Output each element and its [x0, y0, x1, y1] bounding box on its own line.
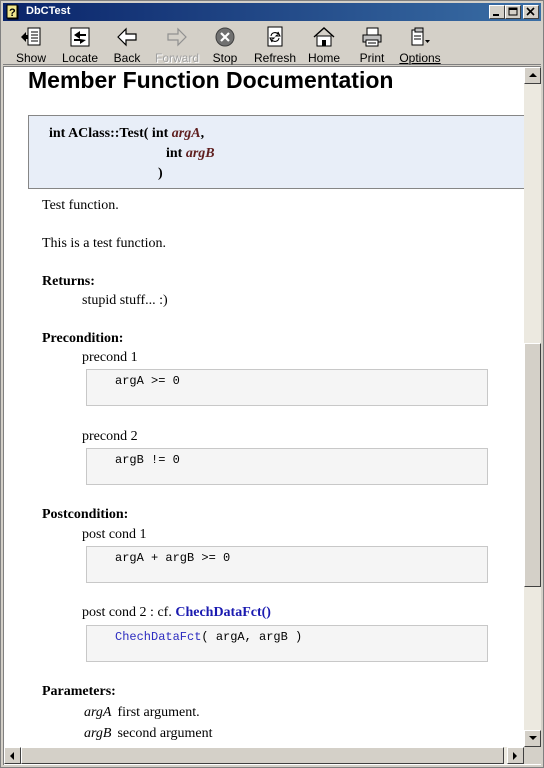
precond-2-label: precond 2: [82, 429, 138, 444]
precond-1-label: precond 1: [82, 350, 138, 365]
maximize-icon: [508, 7, 518, 16]
window-title: DbCTest: [26, 5, 71, 17]
toolbar: Show Locate Back Forward Stop Refresh Ho…: [3, 23, 541, 65]
title-bar[interactable]: ? DbCTest: [3, 3, 541, 21]
forward-arrow-icon: [167, 27, 187, 47]
minimize-icon: [493, 14, 499, 16]
stop-label: Stop: [212, 51, 238, 65]
chechdatafct-link[interactable]: ChechDataFct(): [175, 605, 271, 620]
stop-button[interactable]: Stop: [209, 25, 241, 65]
postcond-1-code: argA + argB >= 0: [86, 546, 488, 583]
options-icon: [411, 27, 430, 46]
function-prototype-box: int AClass::Test( int argA, int argB ): [28, 115, 524, 189]
postcond-2-label-text: post cond 2 : cf.: [82, 605, 176, 620]
back-button[interactable]: Back: [111, 25, 143, 65]
minimize-button[interactable]: [489, 5, 505, 19]
refresh-button[interactable]: Refresh: [253, 25, 297, 65]
maximize-button[interactable]: [505, 5, 521, 19]
precond-1-code: argA >= 0: [86, 369, 488, 406]
scrollbar-corner: [524, 747, 541, 764]
print-label: Print: [359, 51, 385, 65]
prototype-line-3: ): [158, 166, 163, 182]
postcond-1-label: post cond 1: [82, 527, 147, 542]
show-label: Show: [15, 51, 47, 65]
postcond-2-code: ChechDataFct( argA, argB ): [86, 625, 488, 662]
parameter-row: argA first argument.: [84, 705, 200, 721]
precond-2-code: argB != 0: [86, 448, 488, 485]
options-label-text: Options: [399, 51, 441, 65]
forward-label: Forward: [155, 51, 200, 65]
detailed-description: This is a test function.: [42, 236, 167, 251]
postcondition-heading: Postcondition:: [42, 507, 129, 522]
returns-text: stupid stuff... :): [82, 293, 168, 308]
horizontal-scrollbar[interactable]: [4, 747, 524, 764]
app-window: ? DbCTest Show Locate Back Forward Stop …: [0, 0, 544, 768]
prototype-line-1: int AClass::Test( int argA,: [49, 126, 204, 142]
home-icon: [313, 27, 335, 47]
returns-heading: Returns:: [42, 274, 95, 289]
parameter-desc: second argument: [117, 726, 213, 741]
precondition-heading: Precondition:: [42, 331, 124, 346]
precond-1-code-text: argA >= 0: [115, 374, 180, 388]
refresh-label: Refresh: [253, 51, 297, 65]
prototype-prefix: int AClass::Test( int: [49, 126, 172, 141]
options-label: Options: [399, 51, 441, 65]
postcond-1-code-text: argA + argB >= 0: [115, 551, 231, 565]
back-arrow-icon: [117, 27, 137, 47]
scroll-down-button[interactable]: [524, 730, 541, 747]
arrow-down-icon: [529, 736, 537, 740]
arrow-left-icon: [10, 752, 14, 760]
close-button[interactable]: [523, 5, 539, 19]
parameter-desc: first argument.: [117, 705, 200, 720]
home-label: Home: [307, 51, 340, 65]
help-app-icon[interactable]: ?: [6, 4, 22, 20]
parameter-row: argB second argument: [84, 726, 212, 742]
locate-button[interactable]: Locate: [59, 25, 101, 65]
locate-label: Locate: [61, 51, 99, 65]
show-icon: [21, 27, 41, 46]
postcond-2-label: post cond 2 : cf. ChechDataFct(): [82, 605, 271, 621]
page-title: Member Function Documentation: [28, 67, 394, 93]
arrow-right-icon: [513, 752, 517, 760]
home-button[interactable]: Home: [307, 25, 341, 65]
prototype-param-argb: argB: [185, 146, 215, 161]
prototype-type-2: int: [166, 146, 186, 161]
document-view[interactable]: Member Function Documentation int AClass…: [4, 67, 524, 747]
parameter-name: argB: [84, 726, 112, 741]
arrow-up-icon: [529, 73, 537, 77]
options-button[interactable]: Options: [399, 25, 441, 65]
show-button[interactable]: Show: [11, 25, 51, 65]
prototype-param-arga: argA: [171, 126, 201, 141]
parameters-heading: Parameters:: [42, 684, 116, 699]
scroll-up-button[interactable]: [524, 67, 541, 84]
locate-icon: [70, 27, 90, 47]
precond-2-code-text: argB != 0: [115, 453, 180, 467]
forward-button[interactable]: Forward: [155, 25, 199, 65]
brief-description: Test function.: [42, 198, 119, 213]
back-label: Back: [113, 51, 141, 65]
horizontal-scroll-thumb[interactable]: [21, 747, 504, 764]
prototype-comma: ,: [200, 126, 205, 141]
postcond-2-code-args: ( argA, argB ): [201, 630, 303, 644]
postcond-2-code-fn[interactable]: ChechDataFct: [115, 630, 201, 644]
parameter-name: argA: [84, 705, 112, 720]
scroll-left-button[interactable]: [4, 747, 21, 764]
prototype-line-2: int argB: [166, 146, 215, 162]
stop-icon: [215, 27, 235, 47]
svg-text:?: ?: [9, 7, 16, 19]
refresh-icon: [267, 26, 283, 47]
scroll-right-button[interactable]: [507, 747, 524, 764]
vertical-scroll-thumb[interactable]: [524, 343, 541, 587]
prototype-close-paren: ): [158, 166, 163, 181]
print-button[interactable]: Print: [357, 25, 387, 65]
printer-icon: [362, 27, 382, 47]
close-icon: [526, 7, 535, 16]
vertical-scrollbar[interactable]: [524, 67, 541, 747]
content-frame: Member Function Documentation int AClass…: [3, 66, 541, 765]
